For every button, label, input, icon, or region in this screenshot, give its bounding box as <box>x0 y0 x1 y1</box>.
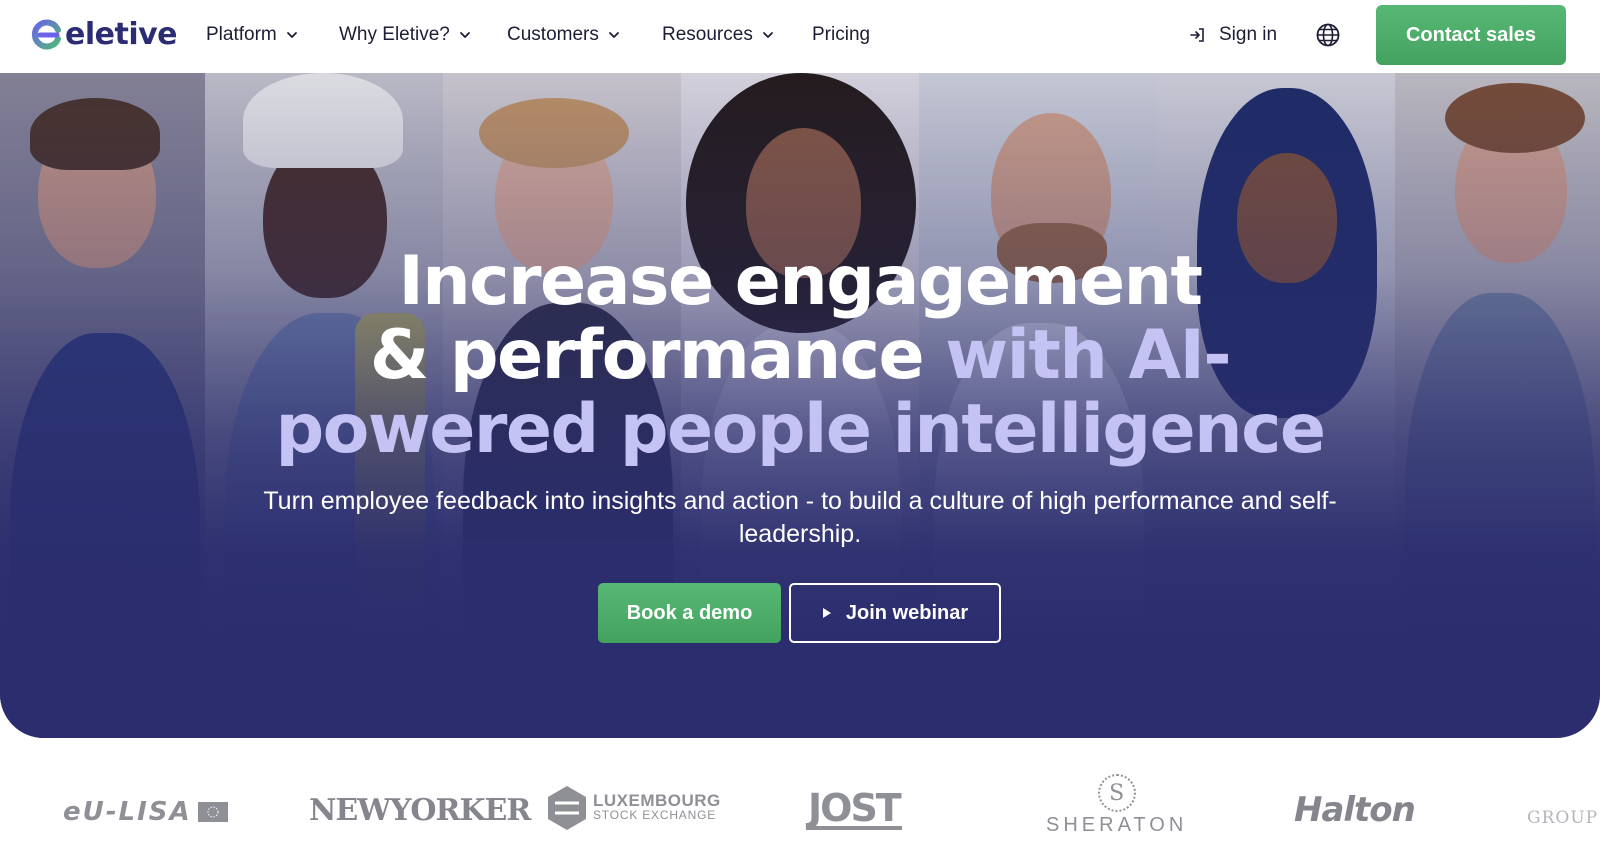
book-demo-button[interactable]: Book a demo <box>598 583 781 643</box>
logo-new-yorker: NEWYORKER <box>309 790 531 830</box>
logo-group-text: GROUP <box>1527 808 1599 828</box>
logo-halton: Halton <box>1294 790 1416 830</box>
nav-resources[interactable]: Resources <box>662 22 775 48</box>
nav-customers-label: Customers <box>507 24 599 45</box>
eletive-logo-mark-icon <box>31 19 61 50</box>
sign-in-link[interactable]: Sign in <box>1188 22 1277 48</box>
logo-wordmark: eletive <box>65 17 178 52</box>
nav-customers[interactable]: Customers <box>507 22 621 48</box>
sheraton-monogram-icon: S <box>1097 774 1136 812</box>
logo-eu-lisa-text: eU-LISA <box>63 797 192 827</box>
nav-why-eletive-label: Why Eletive? <box>339 24 450 45</box>
logo-eu-lisa: eU-LISA <box>63 797 228 827</box>
lse-hexagon-icon <box>548 786 586 830</box>
chevron-down-icon <box>459 32 470 38</box>
logo-group-partial: GROUP <box>1527 802 1598 834</box>
hero-headline: Increase engagement & performance with A… <box>0 245 1600 467</box>
nav-resources-label: Resources <box>662 24 753 45</box>
nav-why-eletive[interactable]: Why Eletive? <box>339 22 472 48</box>
lse-text-top: LUXEMBOURG <box>593 791 721 810</box>
nav-pricing-label: Pricing <box>812 24 871 45</box>
sign-in-arrow-icon <box>1190 28 1204 42</box>
chevron-down-icon <box>286 32 297 38</box>
logo-jost-text: JOST <box>806 786 902 830</box>
top-navigation: eletive Platform Why Eletive? Customers … <box>0 0 1600 73</box>
sign-in-label: Sign in <box>1219 24 1278 45</box>
headline-accent-2: powered people intelligence <box>275 390 1326 469</box>
hero-subheadline: Turn employee feedback into insights and… <box>263 487 1337 548</box>
nav-pricing[interactable]: Pricing <box>812 22 870 48</box>
headline-line-2: & performance <box>369 316 925 395</box>
join-webinar-button[interactable]: Join webinar <box>789 583 1001 643</box>
logo-sheraton-text: SHERATON <box>1046 814 1188 836</box>
customer-logos: eU-LISA NEWYORKER LUXEMBOURG STOCK EXCHA… <box>0 742 1600 867</box>
logo-sheraton: S SHERATON <box>1046 774 1187 844</box>
logo-halton-text: Halton <box>1294 790 1416 830</box>
hero-section: Increase engagement & performance with A… <box>0 73 1600 738</box>
chevron-down-icon <box>762 32 773 38</box>
eu-flag-icon <box>197 802 228 822</box>
headline-accent-1: with AI- <box>945 316 1231 395</box>
headline-line-1: Increase engagement <box>398 242 1203 321</box>
join-webinar-label: Join webinar <box>845 601 969 624</box>
logo-new-yorker-text: NEWYORKER <box>309 792 531 828</box>
nav-platform[interactable]: Platform <box>206 22 299 48</box>
globe-icon[interactable] <box>1315 22 1341 48</box>
logo-luxembourg-stock-exchange: LUXEMBOURG STOCK EXCHANGE <box>547 784 721 832</box>
nav-platform-label: Platform <box>206 24 277 45</box>
eletive-logo[interactable]: eletive <box>31 17 178 53</box>
logo-jost: JOST <box>806 786 902 830</box>
contact-sales-button[interactable]: Contact sales <box>1376 5 1566 65</box>
play-triangle-icon <box>822 608 831 618</box>
lse-text-bottom: STOCK EXCHANGE <box>593 808 717 822</box>
chevron-down-icon <box>608 32 619 38</box>
